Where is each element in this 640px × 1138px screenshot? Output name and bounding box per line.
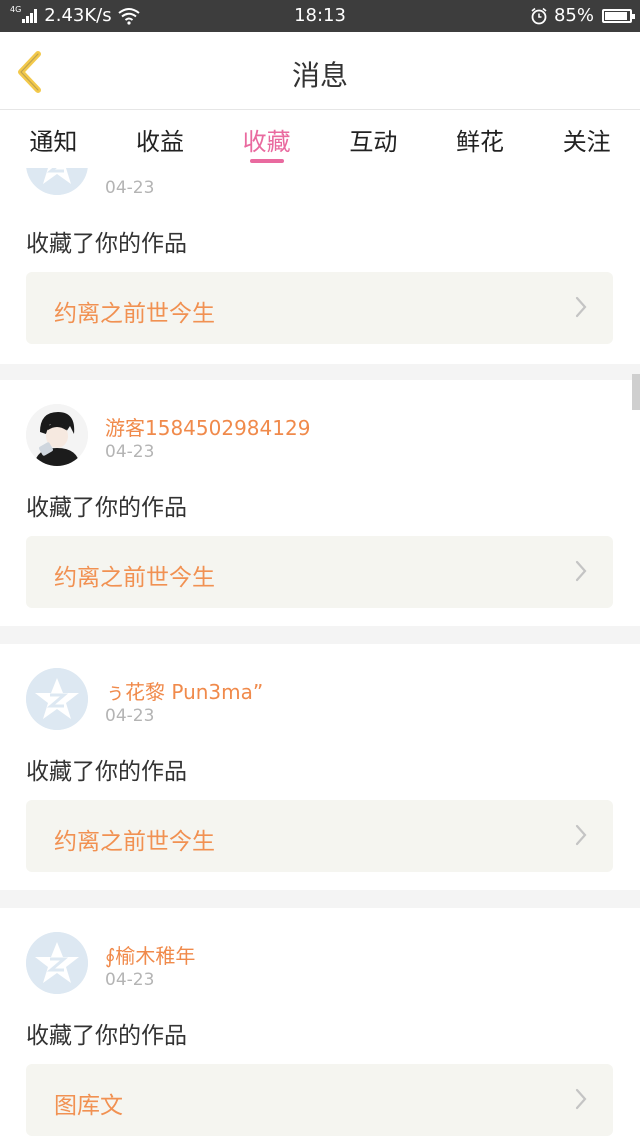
tab-follows[interactable]: 关注 xyxy=(533,110,640,168)
user-photo-avatar[interactable] xyxy=(26,404,88,466)
tab-label: 互动 xyxy=(349,128,398,156)
message-list: 04-23 收藏了你的作品 约离之前世今生 游客1584502984129 04… xyxy=(0,168,640,1138)
chevron-right-icon xyxy=(575,296,587,318)
default-avatar-icon[interactable] xyxy=(26,168,88,195)
date: 04-23 xyxy=(105,706,155,726)
battery-percent: 85% xyxy=(553,5,594,26)
work-title: 约离之前世今生 xyxy=(54,301,215,327)
favorite-message-card: 游客1584502984129 04-23 收藏了你的作品 约离之前世今生 xyxy=(0,380,640,626)
tab-label: 收藏 xyxy=(242,128,291,156)
app-header: 消息 xyxy=(0,32,640,110)
tab-favorites[interactable]: 收藏 xyxy=(213,110,320,168)
work-title: 约离之前世今生 xyxy=(54,565,215,591)
work-link[interactable]: 约离之前世今生 xyxy=(26,272,613,344)
default-avatar-icon[interactable] xyxy=(26,668,88,730)
action-text: 收藏了你的作品 xyxy=(26,1023,187,1049)
username[interactable]: ぅ花黎 Pun3ma” xyxy=(105,676,263,705)
action-text: 收藏了你的作品 xyxy=(26,231,187,257)
work-title: 约离之前世今生 xyxy=(54,829,215,855)
tab-flowers[interactable]: 鲜花 xyxy=(427,110,534,168)
action-text: 收藏了你的作品 xyxy=(26,495,187,521)
favorite-message-card: ∮榆木稚年 04-23 收藏了你的作品 图库文 xyxy=(0,908,640,1138)
status-bar: 4G 2.43K/s 18:13 85% xyxy=(0,0,640,32)
date: 04-23 xyxy=(105,442,155,462)
date: 04-23 xyxy=(105,178,155,198)
tab-label: 通知 xyxy=(29,128,78,156)
work-link[interactable]: 图库文 xyxy=(26,1064,613,1136)
tab-notifications[interactable]: 通知 xyxy=(0,110,107,168)
work-title: 图库文 xyxy=(54,1093,123,1119)
tab-earnings[interactable]: 收益 xyxy=(107,110,214,168)
active-tab-indicator xyxy=(249,159,284,163)
work-link[interactable]: 约离之前世今生 xyxy=(26,800,613,872)
chevron-right-icon xyxy=(575,824,587,846)
work-link[interactable]: 约离之前世今生 xyxy=(26,536,613,608)
default-avatar-icon[interactable] xyxy=(26,932,88,994)
tab-label: 鲜花 xyxy=(456,128,505,156)
chevron-right-icon xyxy=(575,560,587,582)
tab-bar: 通知 收益 收藏 互动 鲜花 关注 xyxy=(0,110,640,168)
tab-label: 收益 xyxy=(136,128,184,156)
action-text: 收藏了你的作品 xyxy=(26,759,187,785)
favorite-message-card: 04-23 收藏了你的作品 约离之前世今生 xyxy=(0,168,640,364)
date: 04-23 xyxy=(105,970,155,990)
chevron-right-icon xyxy=(575,1088,587,1110)
tab-label: 关注 xyxy=(562,128,611,156)
username[interactable]: 游客1584502984129 xyxy=(105,412,310,441)
battery-icon xyxy=(602,8,635,23)
username[interactable]: ∮榆木稚年 xyxy=(105,940,195,969)
page-title: 消息 xyxy=(291,59,348,92)
alarm-icon xyxy=(531,7,547,24)
favorite-message-card: ぅ花黎 Pun3ma” 04-23 收藏了你的作品 约离之前世今生 xyxy=(0,644,640,890)
tab-interactions[interactable]: 互动 xyxy=(320,110,427,168)
scrollbar-thumb[interactable] xyxy=(632,374,640,410)
